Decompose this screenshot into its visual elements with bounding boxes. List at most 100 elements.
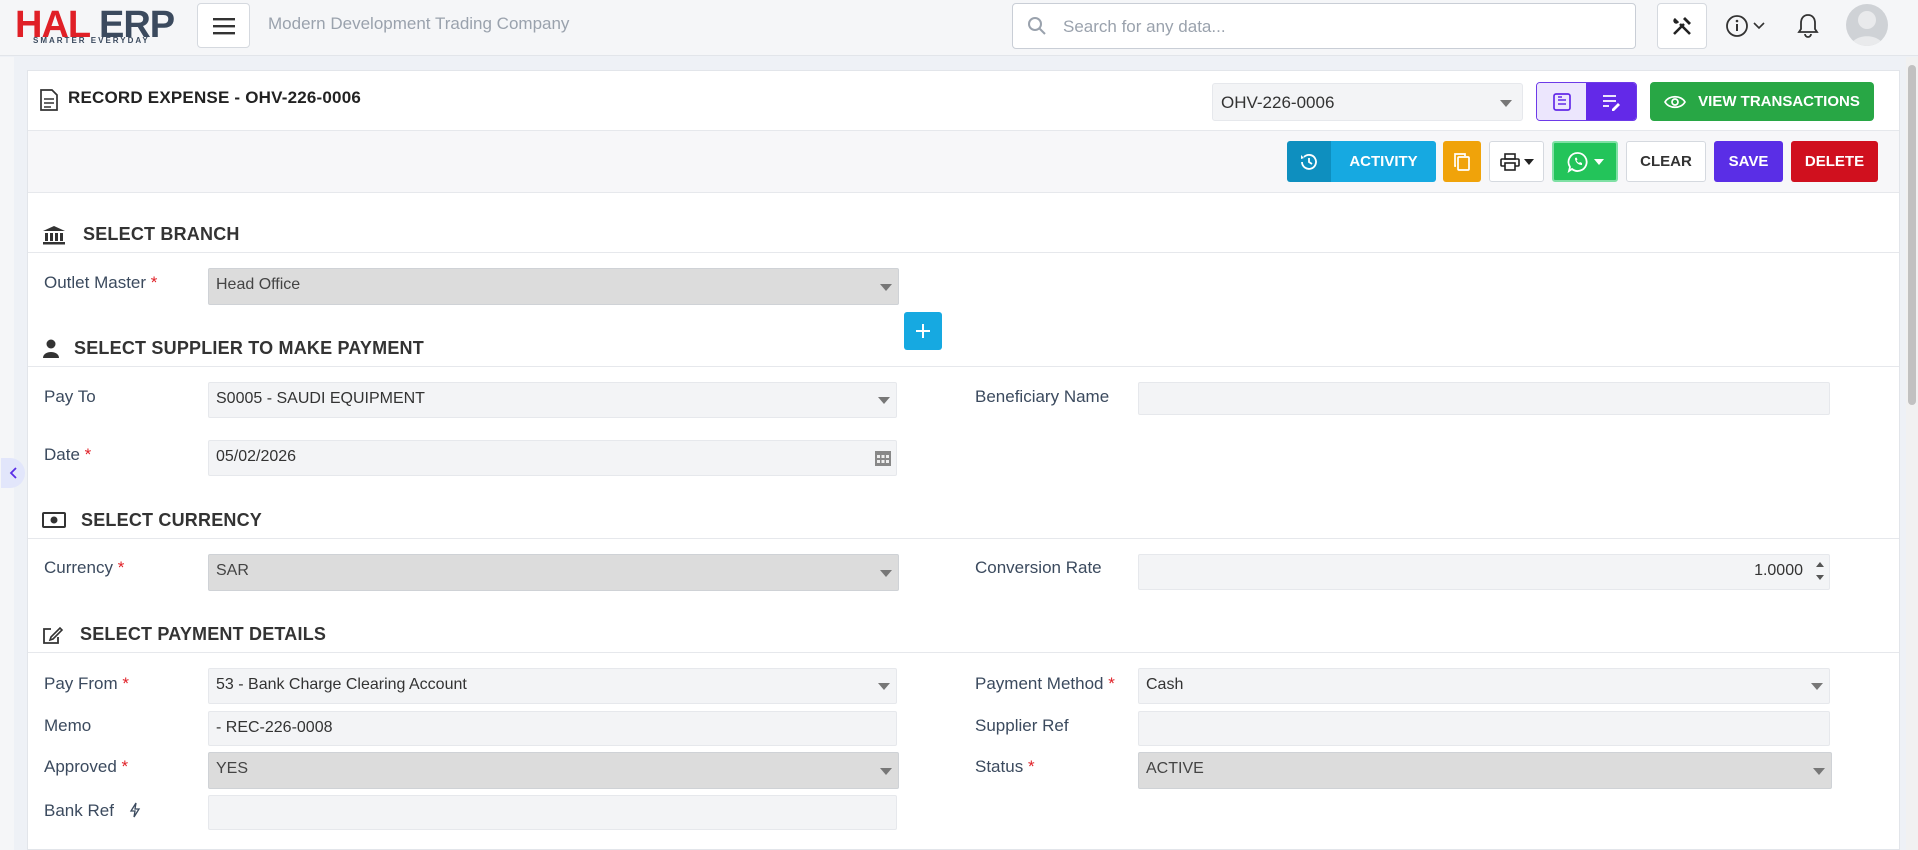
view-transactions-label: VIEW TRANSACTIONS [1698, 93, 1860, 110]
plus-icon [916, 324, 930, 338]
page-title: RECORD EXPENSE - OHV-226-0006 [68, 88, 362, 107]
user-silhouette-icon [1851, 11, 1883, 46]
form-view-icon [1552, 92, 1571, 111]
caret-down-icon [1811, 683, 1823, 690]
top-bar: HAL ERP SMARTER EVERYDAY Modern Developm… [0, 0, 1918, 56]
beneficiary-name-input[interactable] [1138, 382, 1830, 415]
info-icon [1726, 15, 1748, 37]
approved-label: Approved * [44, 757, 129, 776]
edit-icon [43, 626, 64, 644]
copy-button[interactable] [1443, 141, 1481, 182]
section-payment: SELECT PAYMENT DETAILS [28, 613, 1899, 653]
caret-down-icon [880, 570, 892, 577]
date-input[interactable]: 05/02/2026 [208, 440, 897, 476]
caret-down-icon [1523, 158, 1534, 165]
global-search[interactable] [1012, 3, 1636, 49]
chevron-left-icon [9, 467, 17, 479]
memo-label: Memo [44, 716, 92, 735]
pay-to-label: Pay To [44, 387, 96, 406]
action-toolbar: ACTIVITY CLEAR SAVE DELETE [28, 131, 1899, 193]
menu-toggle-button[interactable] [197, 3, 250, 48]
caret-down-icon [878, 397, 890, 404]
info-menu-button[interactable] [1725, 12, 1775, 40]
section-branch: SELECT BRANCH [28, 213, 1899, 253]
section-title: SELECT BRANCH [83, 224, 240, 244]
tools-icon [1673, 17, 1691, 35]
pay-to-select[interactable]: S0005 - SAUDI EQUIPMENT [208, 382, 897, 418]
user-icon [43, 339, 59, 358]
spinner-arrows-icon[interactable] [1815, 559, 1825, 583]
status-select[interactable]: ACTIVE [1138, 752, 1832, 789]
pay-from-select[interactable]: 53 - Bank Charge Clearing Account [208, 668, 897, 704]
bell-icon [1797, 14, 1819, 38]
expense-form-card: RECORD EXPENSE - OHV-226-0006 OHV-226-00… [27, 70, 1900, 850]
currency-select[interactable]: SAR [208, 554, 899, 591]
bank-ref-input[interactable] [208, 795, 897, 830]
bank-icon [43, 226, 65, 245]
company-name: Modern Development Trading Company [268, 14, 570, 33]
document-icon [40, 89, 58, 111]
payment-method-label: Payment Method * [975, 674, 1115, 693]
money-icon [42, 512, 66, 528]
memo-input[interactable]: - REC-226-0008 [208, 711, 897, 746]
caret-down-icon [1813, 768, 1825, 775]
notifications-button[interactable] [1797, 12, 1823, 40]
bank-ref-label: Bank Ref [44, 801, 141, 821]
calendar-icon[interactable] [874, 449, 892, 467]
app-logo[interactable]: HAL ERP SMARTER EVERYDAY [15, 4, 185, 46]
caret-down-icon [878, 683, 890, 690]
add-supplier-button[interactable] [904, 312, 942, 350]
section-title: SELECT PAYMENT DETAILS [80, 624, 327, 644]
save-button[interactable]: SAVE [1714, 141, 1783, 182]
record-selector[interactable]: OHV-226-0006 [1212, 83, 1523, 121]
user-avatar[interactable] [1846, 4, 1888, 46]
pay-from-label: Pay From * [44, 674, 130, 693]
eye-icon [1664, 95, 1687, 108]
page-scrollbar[interactable] [1906, 57, 1918, 850]
beneficiary-name-label: Beneficiary Name [975, 387, 1110, 406]
caret-down-icon [880, 768, 892, 775]
date-label: Date * [44, 445, 92, 464]
edit-list-button[interactable] [1586, 83, 1636, 120]
printer-icon [1499, 152, 1520, 171]
conversion-rate-input[interactable]: 1.0000 [1138, 554, 1830, 590]
search-input[interactable] [1063, 14, 1603, 40]
caret-down-icon [1593, 158, 1604, 165]
conversion-rate-label: Conversion Rate [975, 558, 1102, 577]
caret-down-icon [880, 284, 892, 291]
activity-label: ACTIVITY [1331, 141, 1436, 182]
hamburger-icon [212, 17, 235, 34]
view-transactions-button[interactable]: VIEW TRANSACTIONS [1650, 82, 1874, 121]
activity-button[interactable]: ACTIVITY [1287, 141, 1436, 182]
history-icon [1301, 153, 1317, 170]
outlet-master-label: Outlet Master * [44, 273, 158, 292]
section-supplier: SELECT SUPPLIER TO MAKE PAYMENT [28, 327, 1899, 367]
clear-button[interactable]: CLEAR [1626, 141, 1706, 182]
caret-down-icon [1500, 100, 1512, 107]
whatsapp-icon [1567, 151, 1588, 173]
payment-method-select[interactable]: Cash [1138, 668, 1830, 704]
supplier-ref-label: Supplier Ref [975, 716, 1069, 735]
copy-icon [1454, 152, 1470, 171]
whatsapp-share-button[interactable] [1552, 141, 1618, 182]
section-currency: SELECT CURRENCY [28, 499, 1899, 539]
currency-label: Currency * [44, 558, 125, 577]
status-label: Status * [975, 757, 1035, 776]
activity-icon-box [1287, 141, 1331, 182]
tools-button[interactable] [1657, 3, 1707, 49]
lightning-icon[interactable] [129, 802, 141, 818]
left-rail [0, 57, 14, 850]
card-header: RECORD EXPENSE - OHV-226-0006 OHV-226-00… [28, 71, 1899, 131]
scrollbar-thumb[interactable] [1908, 65, 1916, 405]
print-button[interactable] [1489, 141, 1544, 182]
sidebar-expand-button[interactable] [1, 458, 25, 488]
form-view-button[interactable] [1537, 83, 1587, 120]
section-title: SELECT SUPPLIER TO MAKE PAYMENT [74, 338, 424, 358]
delete-button[interactable]: DELETE [1791, 141, 1878, 182]
search-icon [1028, 17, 1046, 35]
outlet-master-select[interactable]: Head Office [208, 268, 899, 305]
approved-select[interactable]: YES [208, 752, 899, 789]
supplier-ref-input[interactable] [1138, 711, 1830, 746]
record-selector-value: OHV-226-0006 [1221, 93, 1335, 112]
view-mode-toggle[interactable] [1536, 82, 1637, 121]
